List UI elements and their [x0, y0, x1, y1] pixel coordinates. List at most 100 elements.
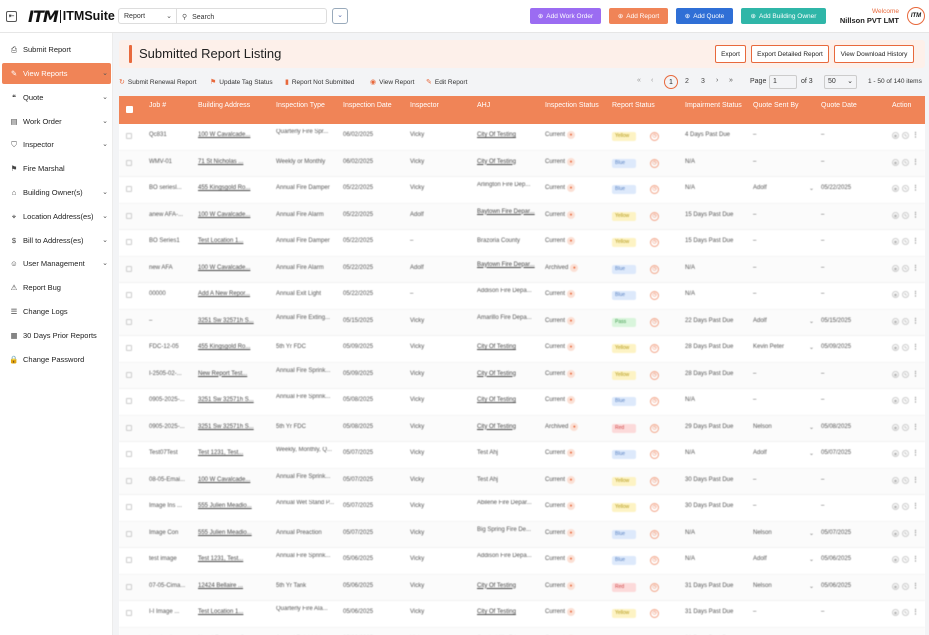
building-address-link[interactable]: 555 Julien Meadio... — [198, 502, 270, 510]
chevron-down-icon[interactable]: ⌄ — [809, 185, 814, 192]
sidebar-item-report-bug[interactable]: ⚠ Report Bug — [2, 277, 111, 298]
report-status-tag-icon[interactable]: ◷ — [650, 317, 659, 327]
ahj-name[interactable]: City Of Testing — [477, 131, 537, 139]
view-icon[interactable]: ◉ — [892, 370, 899, 378]
column-header-inspection-type[interactable]: Inspection Type — [276, 102, 338, 110]
more-options-icon[interactable]: ⋮ — [912, 185, 919, 192]
building-address-link[interactable]: New Report Test... — [198, 370, 270, 378]
add-quote-button[interactable]: ⊕ Add Quote — [676, 8, 733, 24]
table-row[interactable]: I-2505-02-... New Report Test... Annual Fi… — [119, 362, 925, 389]
export-button[interactable]: Export — [715, 45, 746, 63]
chevron-down-icon[interactable]: ⌄ — [809, 344, 814, 351]
ahj-name[interactable]: City Of Testing — [477, 370, 537, 378]
table-row[interactable]: 07-05-Cima... 12424 Bellaire ... 5th Yr Ta… — [119, 574, 925, 601]
ahj-name[interactable]: City Of Testing — [477, 608, 537, 616]
sidebar-item-user-management[interactable]: ☺ User Management ⌄ — [2, 253, 111, 274]
building-address-link[interactable]: Test Location 1... — [198, 608, 270, 616]
chevron-down-icon[interactable]: ⌄ — [809, 556, 814, 563]
more-options-icon[interactable]: ⋮ — [912, 212, 919, 219]
edit-icon[interactable]: ✎ — [902, 503, 909, 510]
expand-filter-button[interactable]: ⌄ — [332, 8, 348, 24]
table-row[interactable]: test image Test 1231, Test... Annual Fire … — [119, 548, 925, 575]
export-detailed-report-button[interactable]: Export Detailed Report — [751, 45, 829, 63]
table-row[interactable]: BO Series1 Test Location 1... Annual Fire … — [119, 230, 925, 257]
building-address-link[interactable]: 100 W Cavalcade... — [198, 476, 270, 484]
building-address-link[interactable]: 12424 Bellaire ... — [198, 582, 270, 590]
add-report-button[interactable]: ⊕ Add Report — [609, 8, 668, 24]
view-icon[interactable]: ◉ — [892, 344, 899, 351]
building-address-link[interactable]: Test 1231, Test... — [198, 555, 270, 563]
edit-icon[interactable]: ✎ — [902, 291, 909, 298]
table-row[interactable]: BO seriesl... 455 Kingsgold Ro... Annual F… — [119, 177, 925, 204]
report-status-tag-icon[interactable]: ◷ — [650, 158, 659, 168]
more-options-icon[interactable]: ⋮ — [912, 530, 919, 537]
status-info-icon[interactable]: ● — [567, 608, 576, 616]
status-info-icon[interactable]: ● — [567, 396, 576, 404]
view-report-button[interactable]: ◉ View Report — [370, 78, 414, 87]
table-row[interactable]: Test07Test Test 1231, Test... Weekly, Mont… — [119, 442, 925, 469]
view-icon[interactable]: ◉ — [892, 264, 899, 272]
view-icon[interactable]: ◉ — [892, 238, 899, 245]
row-checkbox[interactable] — [126, 239, 132, 245]
column-header-report-status[interactable]: Report Status — [612, 102, 677, 110]
report-status-tag-icon[interactable]: ◷ — [650, 476, 659, 486]
more-options-icon[interactable]: ⋮ — [912, 583, 919, 590]
sidebar-item-location-address-es[interactable]: ⌖ Location Address(es) ⌄ — [2, 206, 111, 227]
row-checkbox[interactable] — [126, 318, 132, 325]
building-address-link[interactable]: Test 1231, Test... — [198, 449, 270, 457]
ahj-name[interactable]: City Of Testing — [477, 396, 537, 404]
sidebar-item-change-logs[interactable]: ☰ Change Logs — [2, 301, 111, 322]
edit-icon[interactable]: ✎ — [902, 370, 909, 378]
sidebar-item-building-owner-s[interactable]: ⌂ Building Owner(s) ⌄ — [2, 182, 111, 203]
building-address-link[interactable]: 3251 Sw 32571h S... — [198, 396, 270, 404]
edit-icon[interactable]: ✎ — [902, 450, 909, 457]
edit-icon[interactable]: ✎ — [902, 132, 909, 139]
chevron-down-icon[interactable]: ⌄ — [809, 450, 814, 457]
ahj-name[interactable]: Baytown Fire Depar... — [477, 261, 537, 269]
per-page-select[interactable]: 50 ⌄ — [824, 75, 857, 89]
building-address-link[interactable]: Add A New Repor... — [198, 290, 270, 298]
table-row[interactable]: – 3251 Sw 32571h S... Annual Fire Exting..… — [119, 309, 925, 336]
building-address-link[interactable]: 455 Kingsgold Ro... — [198, 184, 270, 192]
edit-icon[interactable]: ✎ — [902, 317, 909, 325]
add-work-order-button[interactable]: ⊕ Add Work Order — [530, 8, 601, 24]
more-options-icon[interactable]: ⋮ — [912, 159, 919, 166]
page-1[interactable]: 1 — [664, 75, 678, 89]
report-status-tag-icon[interactable]: ◷ — [650, 264, 659, 274]
report-status-tag-icon[interactable]: ◷ — [650, 238, 659, 247]
avatar[interactable]: ITM — [907, 7, 925, 25]
status-info-icon[interactable]: ● — [567, 210, 576, 219]
page-3[interactable]: 3 — [696, 75, 710, 89]
page-number-input[interactable]: 1 — [769, 75, 797, 89]
view-icon[interactable]: ◉ — [892, 291, 899, 298]
status-info-icon[interactable]: ● — [567, 316, 576, 325]
row-checkbox[interactable] — [126, 504, 132, 510]
row-checkbox[interactable] — [126, 557, 132, 563]
search-input[interactable]: ⚲ Search — [176, 8, 327, 24]
report-status-tag-icon[interactable]: ◷ — [650, 344, 659, 353]
status-info-icon[interactable]: ● — [567, 343, 576, 351]
table-row[interactable]: FDC-12-05 455 Kingsgold Ro... 5th Yr FDC 05… — [119, 336, 925, 363]
status-info-icon[interactable]: ● — [567, 528, 576, 537]
edit-icon[interactable]: ✎ — [902, 529, 909, 537]
column-header-quote-date[interactable]: Quote Date — [821, 102, 881, 110]
ahj-name[interactable]: City Of Testing — [477, 343, 537, 351]
table-row[interactable]: new AFA 100 W Cavalcade... Annual Fire Ala… — [119, 256, 925, 283]
more-options-icon[interactable]: ⋮ — [912, 609, 919, 616]
status-info-icon[interactable]: ● — [567, 157, 576, 166]
next-page-icon[interactable]: › — [716, 77, 718, 84]
building-address-link[interactable]: 3251 Sw 32571h S... — [198, 317, 270, 325]
report-status-tag-icon[interactable]: ◷ — [650, 503, 659, 512]
more-options-icon[interactable]: ⋮ — [912, 265, 919, 272]
status-info-icon[interactable]: ● — [567, 449, 576, 457]
more-options-icon[interactable]: ⋮ — [912, 238, 919, 245]
column-header-impairment-status[interactable]: Impairment Status — [685, 102, 745, 110]
sidebar-item-change-password[interactable]: 🔒 Change Password — [2, 349, 111, 370]
row-checkbox[interactable] — [126, 530, 132, 537]
view-icon[interactable]: ◉ — [892, 609, 899, 616]
logo[interactable]: ITM ITMSuite — [28, 7, 115, 26]
sidebar-item-inspector[interactable]: ⛉ Inspector ⌄ — [2, 134, 111, 155]
more-options-icon[interactable]: ⋮ — [912, 556, 919, 563]
building-address-link[interactable]: 100 W Cavalcade... — [198, 131, 270, 139]
row-checkbox[interactable] — [126, 451, 132, 457]
